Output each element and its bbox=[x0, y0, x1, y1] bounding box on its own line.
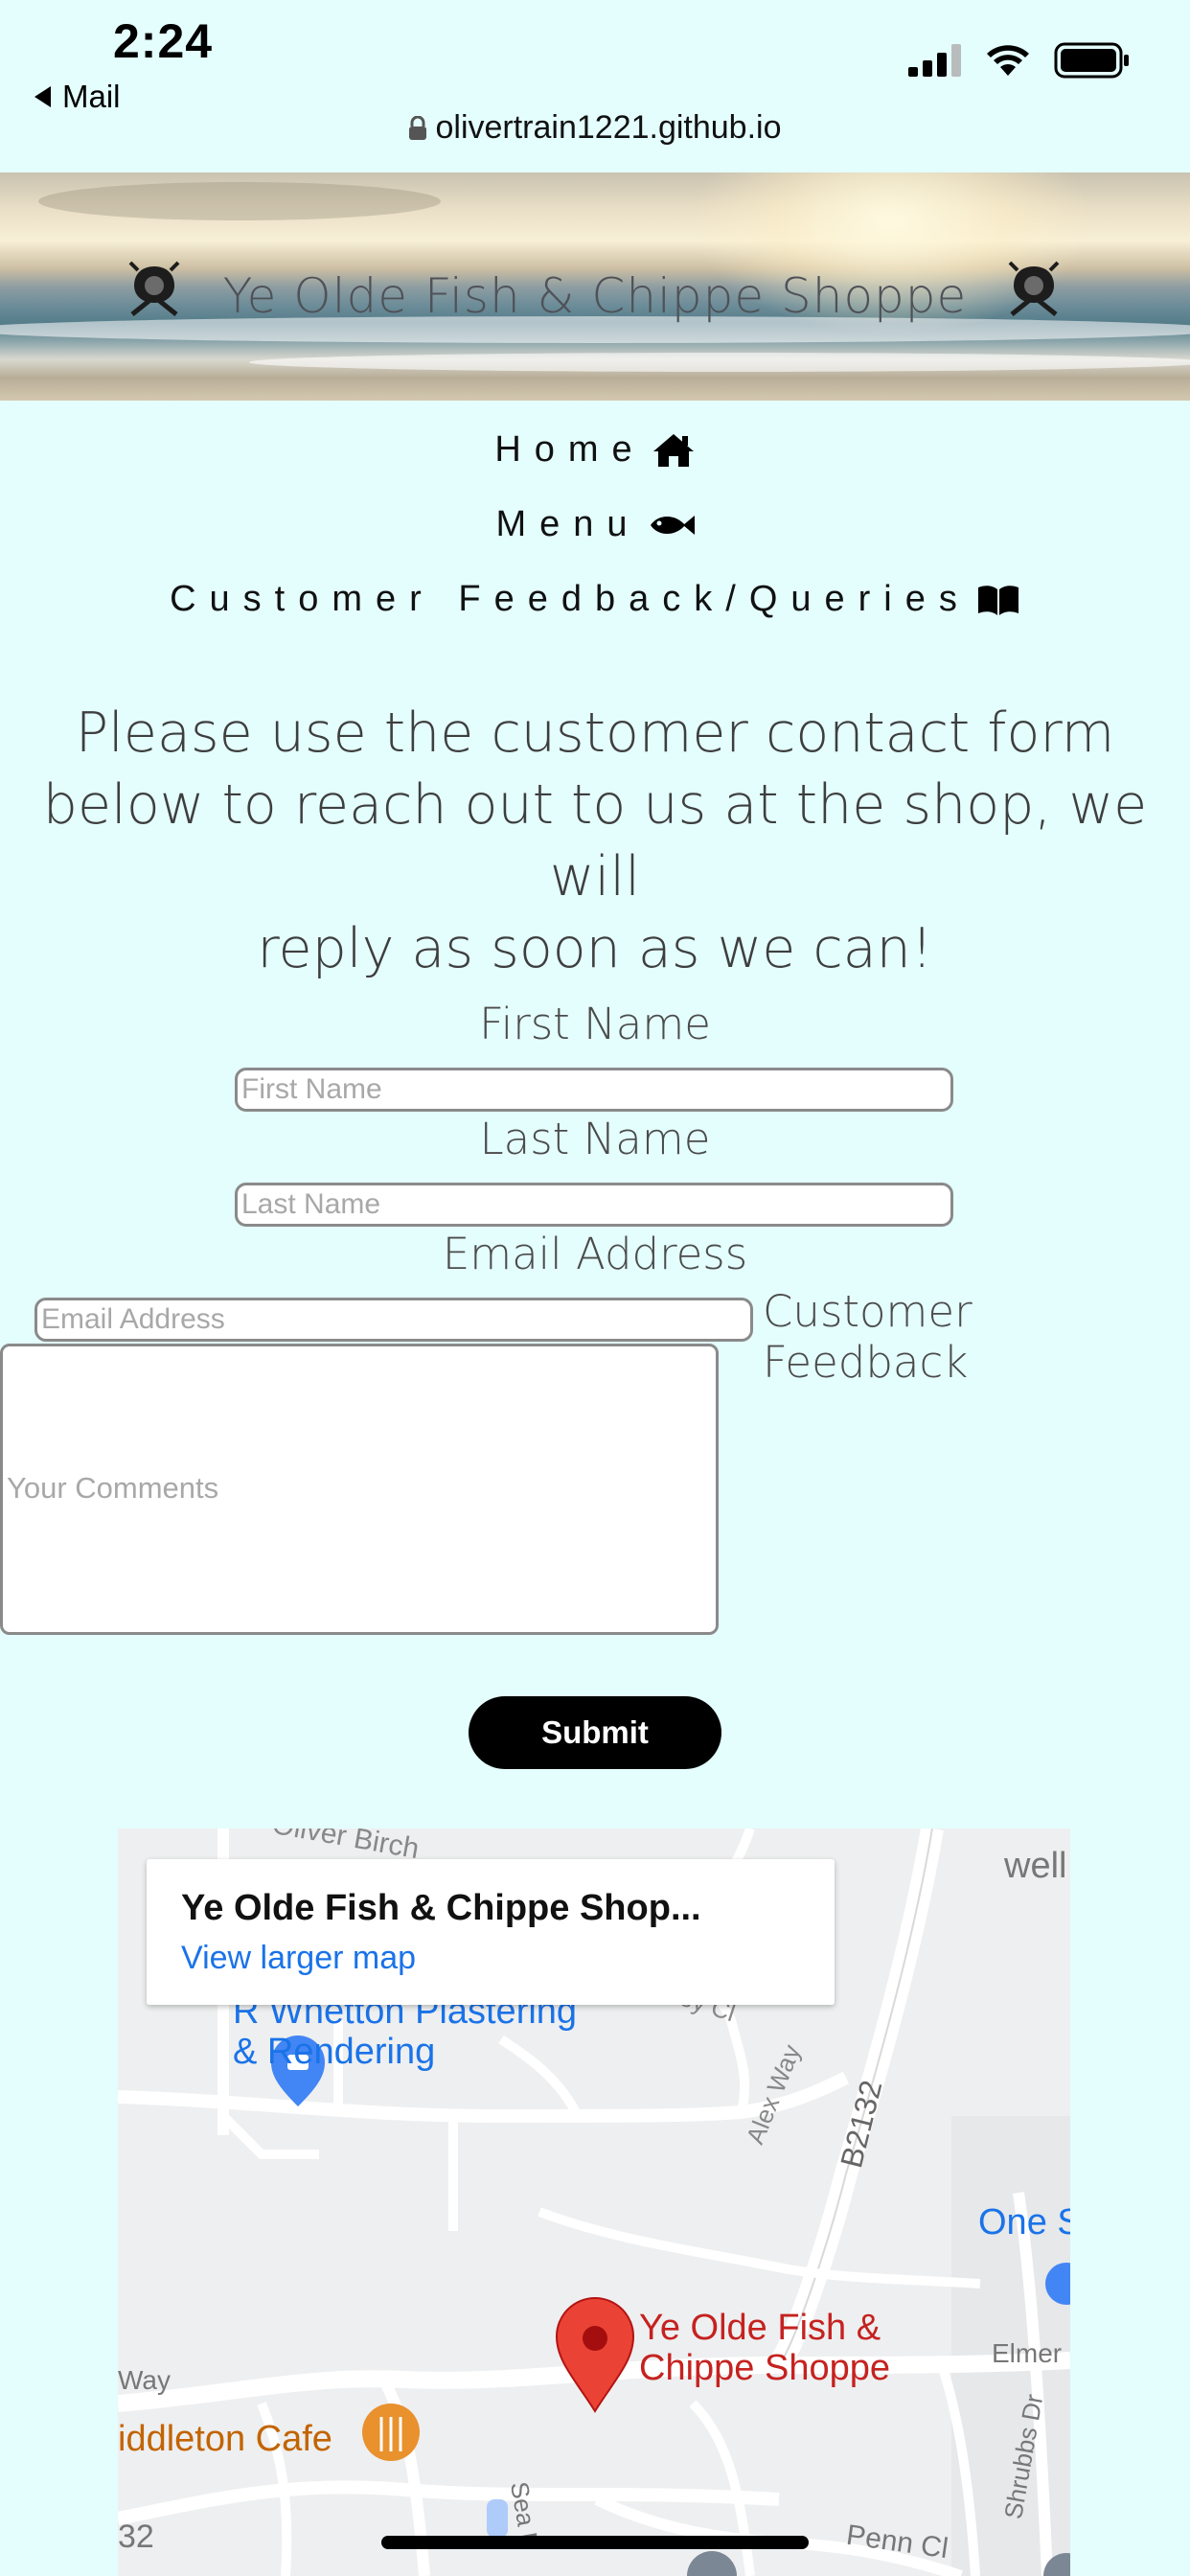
book-icon bbox=[977, 585, 1018, 615]
last-name-label: Last Name bbox=[479, 1114, 711, 1164]
map-road-label: 32 bbox=[118, 2518, 154, 2555]
map-street-label: Way bbox=[118, 2365, 171, 2395]
last-name-field[interactable] bbox=[235, 1183, 953, 1227]
address-bar[interactable]: olivertrain1221.github.io bbox=[0, 109, 1190, 147]
intro-line: Please use the customer contact form bbox=[75, 702, 1115, 765]
map-shop-line: Ye Olde Fish & bbox=[639, 2308, 881, 2348]
lock-icon bbox=[409, 115, 427, 140]
first-name-label: First Name bbox=[479, 999, 711, 1049]
map-info-card: Ye Olde Fish & Chippe Shop... View large… bbox=[147, 1859, 835, 2005]
nav-menu-label: Menu bbox=[495, 504, 641, 544]
intro-line: below to reach out to us at the shop, we… bbox=[42, 773, 1148, 908]
cellular-signal-icon bbox=[908, 44, 961, 77]
nav-feedback-link[interactable]: Customer Feedback/Queries bbox=[0, 579, 1190, 620]
submit-button[interactable]: Submit bbox=[469, 1696, 721, 1769]
embedded-map[interactable]: Oliver Birch well R Whetton Plastering &… bbox=[118, 1828, 1070, 2576]
nav-menu-link[interactable]: Menu bbox=[0, 504, 1190, 545]
view-larger-map-link[interactable]: View larger map bbox=[181, 1940, 416, 1977]
url-text: olivertrain1221.github.io bbox=[435, 109, 782, 146]
map-street-label: Elmer bbox=[992, 2338, 1063, 2368]
map-business-label: One S bbox=[978, 2202, 1070, 2242]
map-place-label: well bbox=[1004, 1846, 1067, 1886]
crest-logo-icon bbox=[1008, 261, 1060, 316]
map-cafe-label: iddleton Cafe bbox=[118, 2419, 332, 2459]
map-business-line: & Rendering bbox=[233, 2032, 436, 2072]
email-label: Email Address bbox=[442, 1229, 748, 1279]
nav-home-link[interactable]: Home bbox=[0, 429, 1190, 471]
hero-banner: Ye Olde Fish & Chippe Shoppe bbox=[0, 172, 1190, 401]
system-icons bbox=[908, 42, 1131, 79]
status-time: 2:24 bbox=[113, 14, 214, 68]
customer-feedback-label: Customer Feedback bbox=[763, 1286, 973, 1388]
hero-cloud bbox=[38, 182, 441, 220]
nav-feedback-label: Customer Feedback/Queries bbox=[170, 579, 971, 619]
home-indicator[interactable] bbox=[381, 2536, 809, 2549]
back-arrow-icon bbox=[34, 86, 51, 107]
home-icon bbox=[652, 433, 694, 467]
wifi-icon bbox=[987, 45, 1029, 76]
contact-intro-text: Please use the customer contact form bel… bbox=[0, 698, 1190, 985]
hero-wave bbox=[249, 353, 1190, 372]
map-shop-label: Ye Olde Fish & Chippe Shoppe bbox=[639, 2308, 890, 2388]
fish-icon bbox=[650, 515, 695, 535]
first-name-field[interactable] bbox=[235, 1068, 953, 1112]
nav-home-label: Home bbox=[494, 429, 646, 470]
map-card-title: Ye Olde Fish & Chippe Shop... bbox=[181, 1888, 701, 1928]
email-field[interactable] bbox=[34, 1298, 753, 1342]
map-shop-line: Chippe Shoppe bbox=[639, 2348, 890, 2388]
status-bar: 2:24 Mail olivertrain1221.github.io bbox=[0, 0, 1190, 172]
intro-line: reply as soon as we can! bbox=[257, 917, 933, 980]
comments-textarea[interactable] bbox=[0, 1344, 719, 1635]
battery-icon bbox=[1054, 42, 1129, 79]
